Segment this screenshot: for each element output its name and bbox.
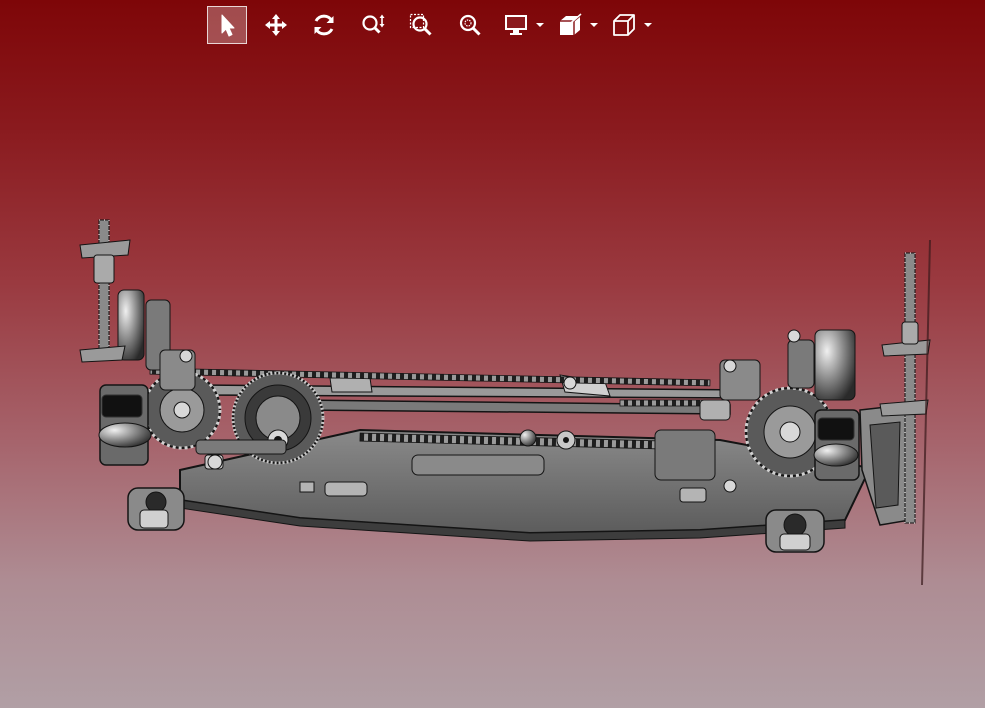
zoom-updown-icon: [361, 14, 384, 34]
standard-views-dropdown[interactable]: [642, 6, 654, 44]
move-arrows-icon: [264, 14, 287, 36]
view-cube-icon: [613, 14, 635, 36]
zoom-fit-icon: [459, 14, 481, 36]
display-mode-button[interactable]: [498, 6, 534, 44]
3d-viewport[interactable]: [0, 0, 985, 708]
select-tool-button[interactable]: [207, 6, 247, 44]
display-mode-control: [498, 6, 546, 44]
rear-body-post: [879, 239, 931, 586]
zoom-fit-button[interactable]: [450, 6, 490, 44]
zoom-window-button[interactable]: [401, 6, 441, 44]
view-toolbar: [207, 5, 660, 45]
section-plane-icon: [560, 13, 582, 35]
chevron-down-icon: [590, 23, 598, 27]
rotate-icon: [314, 14, 334, 36]
section-plane-button[interactable]: [552, 6, 588, 44]
chevron-down-icon: [644, 23, 652, 27]
chassis-model[interactable]: [0, 0, 985, 708]
chevron-down-icon: [536, 23, 544, 27]
zoom-tool-button[interactable]: [353, 6, 393, 44]
standard-views-control: [606, 6, 654, 44]
arrow-cursor-icon: [221, 14, 235, 37]
rotate-tool-button[interactable]: [304, 6, 344, 44]
zoom-window-icon: [409, 13, 432, 36]
monitor-icon: [505, 15, 527, 35]
pan-tool-button[interactable]: [256, 6, 296, 44]
display-mode-dropdown[interactable]: [534, 6, 546, 44]
section-control: [552, 6, 600, 44]
standard-views-button[interactable]: [606, 6, 642, 44]
section-dropdown[interactable]: [588, 6, 600, 44]
